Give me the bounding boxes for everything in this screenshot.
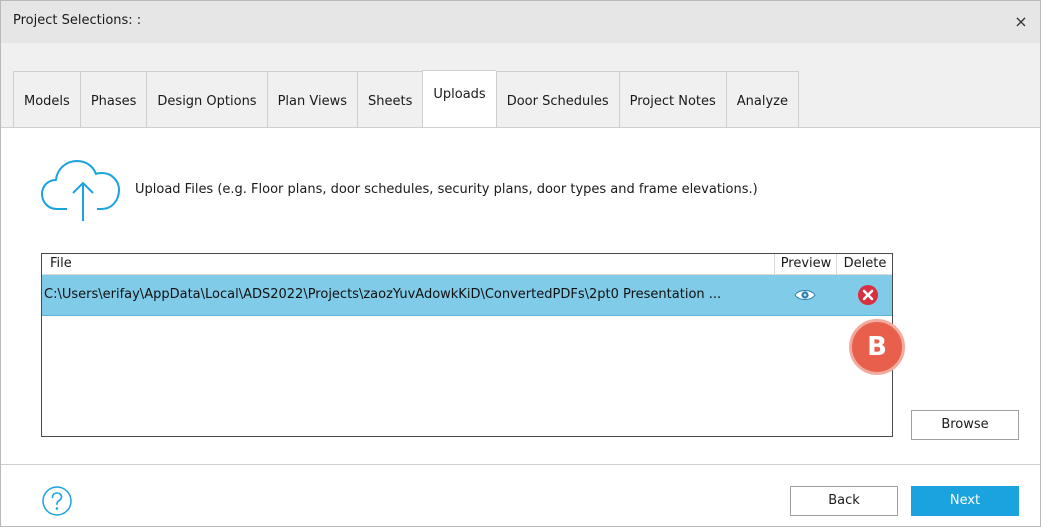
tab-strip: Models Phases Design Options Plan Views … bbox=[13, 70, 800, 127]
tab-label: Design Options bbox=[157, 94, 257, 109]
table-header: File Preview Delete bbox=[42, 254, 892, 275]
cloud-upload-icon bbox=[41, 160, 120, 221]
eye-icon[interactable] bbox=[794, 288, 816, 302]
tab-label: Phases bbox=[90, 94, 137, 109]
column-header-delete: Delete bbox=[836, 254, 893, 274]
tab-label: Sheets bbox=[368, 94, 413, 109]
tab-sheets[interactable]: Sheets bbox=[357, 71, 423, 127]
tab-models[interactable]: Models bbox=[13, 71, 80, 127]
tab-label: Plan Views bbox=[277, 94, 348, 109]
tab-door-schedules[interactable]: Door Schedules bbox=[495, 71, 619, 127]
browse-button[interactable]: Browse bbox=[911, 410, 1019, 440]
delete-x-icon[interactable] bbox=[857, 284, 879, 306]
tab-analyze[interactable]: Analyze bbox=[725, 71, 800, 127]
upload-hint-text: Upload Files (e.g. Floor plans, door sch… bbox=[135, 182, 758, 197]
back-button[interactable]: Back bbox=[790, 486, 898, 516]
help-icon[interactable] bbox=[41, 485, 73, 517]
tab-label: Analyze bbox=[736, 94, 789, 109]
tab-project-notes[interactable]: Project Notes bbox=[618, 71, 726, 127]
project-selections-window: Project Selections: : × Models Phases De… bbox=[0, 0, 1041, 527]
callout-marker: B bbox=[849, 319, 905, 375]
footer-divider bbox=[1, 464, 1040, 465]
close-button[interactable]: × bbox=[1010, 11, 1032, 33]
tab-design-options[interactable]: Design Options bbox=[146, 71, 267, 127]
tab-uploads[interactable]: Uploads bbox=[422, 70, 496, 127]
tab-label: Models bbox=[24, 94, 70, 109]
close-icon: × bbox=[1014, 12, 1028, 31]
tab-plan-views[interactable]: Plan Views bbox=[266, 71, 358, 127]
tab-label: Door Schedules bbox=[506, 94, 609, 109]
window-title: Project Selections: : bbox=[13, 13, 142, 28]
file-path-cell: C:\Users\erifay\AppData\Local\ADS2022\Pr… bbox=[44, 287, 722, 302]
uploaded-files-table: File Preview Delete C:\Users\erifay\AppD… bbox=[41, 253, 893, 437]
tab-phases[interactable]: Phases bbox=[79, 71, 147, 127]
column-header-file: File bbox=[50, 256, 72, 271]
table-row[interactable]: C:\Users\erifay\AppData\Local\ADS2022\Pr… bbox=[42, 275, 892, 316]
tabs-bar: Models Phases Design Options Plan Views … bbox=[1, 43, 1040, 128]
tab-label: Project Notes bbox=[629, 94, 716, 109]
title-bar: Project Selections: : × bbox=[1, 1, 1040, 43]
tab-label: Uploads bbox=[433, 87, 486, 102]
next-button[interactable]: Next bbox=[911, 486, 1019, 516]
column-header-preview: Preview bbox=[774, 254, 837, 274]
